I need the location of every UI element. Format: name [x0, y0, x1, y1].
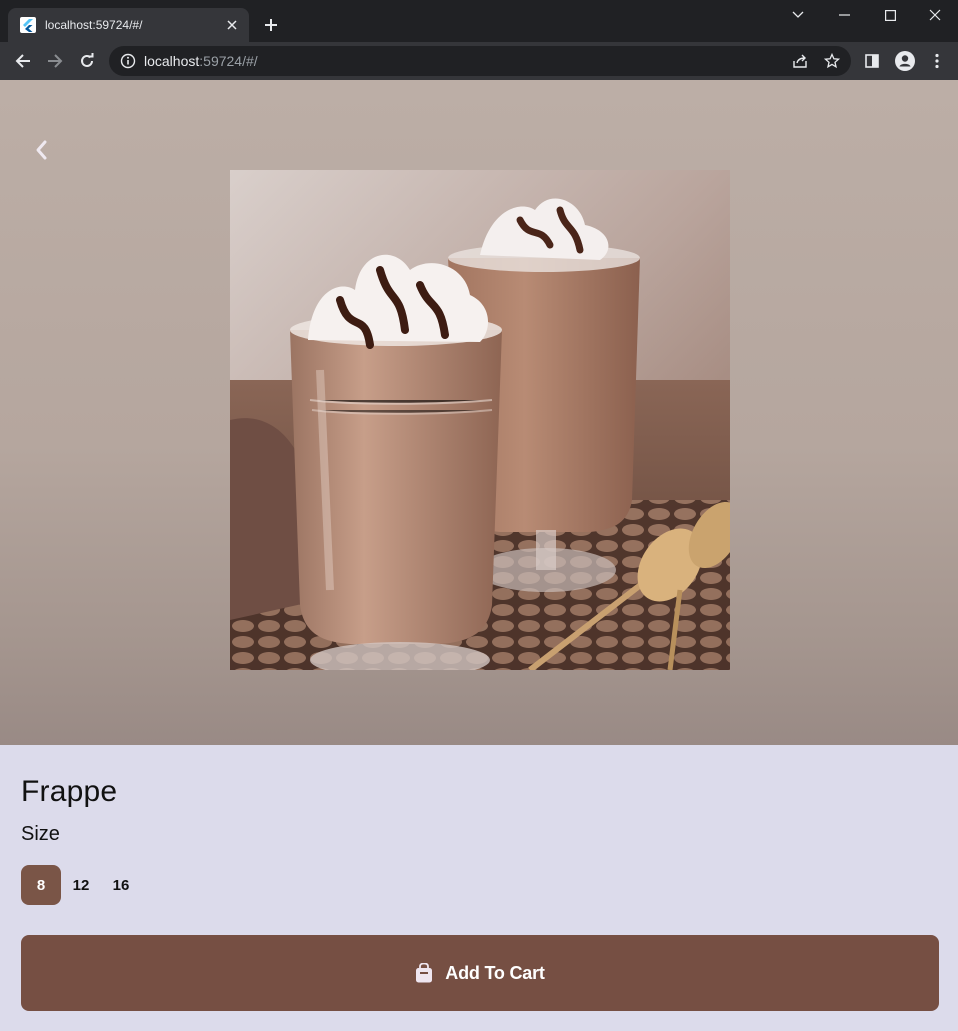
tab-search-chevron-icon[interactable] — [775, 0, 821, 30]
tab-title: localhost:59724/#/ — [45, 18, 143, 32]
bookmark-star-icon[interactable] — [824, 53, 840, 69]
size-selector: 8 12 16 — [21, 865, 141, 905]
size-option-8[interactable]: 8 — [21, 865, 61, 905]
size-option-12[interactable]: 12 — [61, 865, 101, 905]
side-panel-icon[interactable] — [858, 47, 886, 75]
reload-icon[interactable] — [73, 47, 101, 75]
close-window-icon[interactable] — [912, 0, 958, 30]
maximize-icon[interactable] — [867, 0, 913, 30]
size-label: Size — [21, 823, 60, 845]
share-icon[interactable] — [792, 53, 808, 69]
back-arrow-icon[interactable] — [9, 47, 37, 75]
app-viewport: Frappe Size 8 12 16 Add To Cart — [0, 80, 958, 1031]
tab-close-icon[interactable] — [224, 17, 240, 33]
product-hero — [0, 80, 958, 745]
shopping-bag-icon — [416, 963, 433, 983]
add-to-cart-button[interactable]: Add To Cart — [21, 935, 939, 1011]
url-host: localhost — [144, 53, 200, 69]
profile-avatar-icon[interactable] — [891, 47, 919, 75]
product-details: Frappe Size 8 12 16 Add To Cart — [0, 745, 958, 1031]
browser-toolbar: localhost:59724/#/ — [0, 42, 958, 80]
size-option-16[interactable]: 16 — [101, 865, 141, 905]
address-bar[interactable]: localhost:59724/#/ — [109, 46, 851, 76]
url-path: :59724/#/ — [199, 53, 258, 69]
back-chevron-icon[interactable] — [28, 136, 54, 164]
browser-tabstrip: localhost:59724/#/ — [0, 0, 958, 42]
product-image — [230, 170, 730, 670]
minimize-icon[interactable] — [821, 0, 867, 30]
browser-tab[interactable]: localhost:59724/#/ — [8, 8, 249, 42]
flutter-favicon-icon — [20, 17, 36, 33]
product-name: Frappe — [21, 775, 118, 808]
site-info-icon[interactable] — [120, 53, 136, 69]
forward-arrow-icon[interactable] — [41, 47, 69, 75]
new-tab-plus-icon[interactable] — [260, 14, 282, 36]
url-text[interactable]: localhost:59724/#/ — [144, 53, 258, 69]
menu-kebab-icon[interactable] — [923, 47, 951, 75]
add-to-cart-label: Add To Cart — [445, 962, 545, 983]
